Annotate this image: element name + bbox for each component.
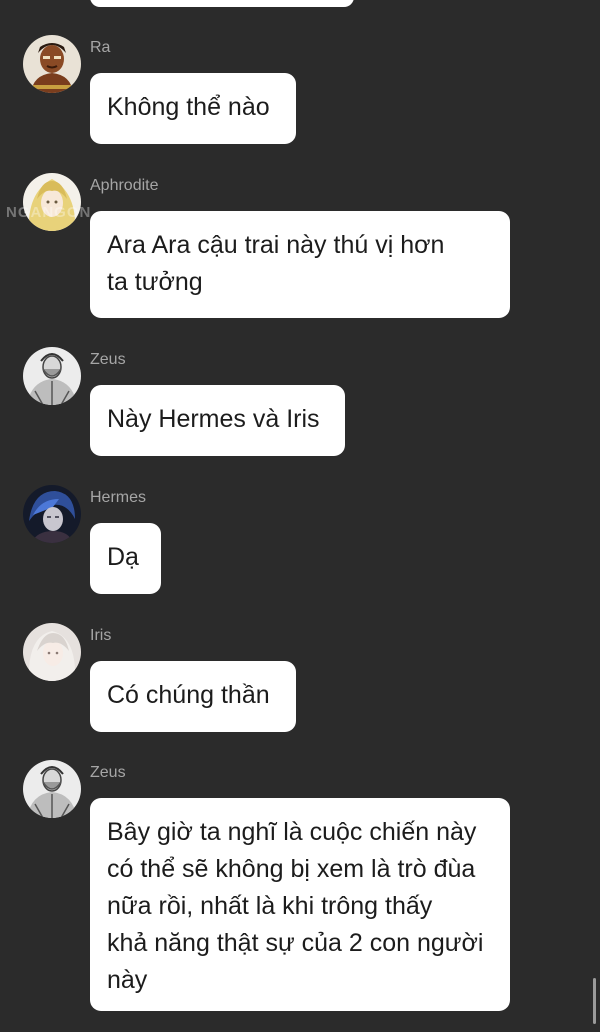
sender-name: Zeus xyxy=(90,764,126,781)
avatar[interactable] xyxy=(23,623,81,681)
pale-woman-avatar-icon xyxy=(23,623,81,681)
sketch-man-avatar-icon xyxy=(23,760,81,818)
message-bubble[interactable]: Có chúng thần xyxy=(90,661,296,732)
message-bubble[interactable]: Này Hermes và Iris xyxy=(90,385,345,456)
avatar[interactable] xyxy=(23,485,81,543)
blonde-woman-avatar-icon xyxy=(23,173,81,231)
sender-name: Hermes xyxy=(90,489,147,506)
sender-name: Ra xyxy=(90,39,111,56)
avatar[interactable] xyxy=(23,760,81,818)
watermark: NGANGON xyxy=(6,204,92,221)
message-bubble[interactable]: Bây giờ ta nghĩ là cuộc chiến này có thể… xyxy=(90,798,510,1011)
sketch-man-avatar-icon xyxy=(23,347,81,405)
message-bubble[interactable]: Không thể nào xyxy=(90,73,296,144)
message-bubble[interactable]: Ara Ara cậu trai này thú vị hơn ta tưởng xyxy=(90,211,510,318)
sender-name: Zeus xyxy=(90,351,126,368)
sender-name: Aphrodite xyxy=(90,177,159,194)
blue-hair-man-avatar-icon xyxy=(23,485,81,543)
sender-name: Iris xyxy=(90,627,112,644)
previous-message-bubble xyxy=(90,0,354,7)
warrior-avatar-icon xyxy=(23,35,81,93)
avatar[interactable] xyxy=(23,173,81,231)
message-bubble[interactable]: Dạ xyxy=(90,523,161,594)
avatar[interactable] xyxy=(23,35,81,93)
avatar[interactable] xyxy=(23,347,81,405)
scrollbar[interactable] xyxy=(593,978,596,1024)
